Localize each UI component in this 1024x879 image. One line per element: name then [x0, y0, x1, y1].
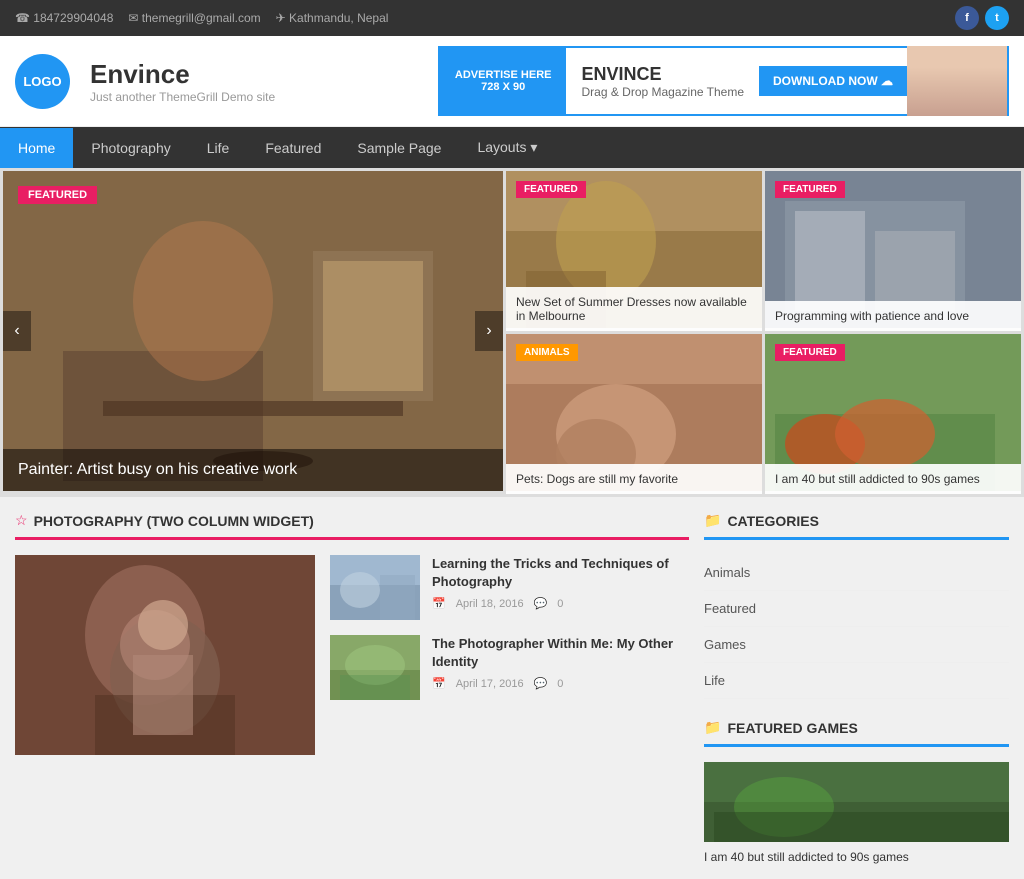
- hero-card-2-badge: FEATURED: [775, 181, 845, 198]
- hero-card-3-caption: Pets: Dogs are still my favorite: [506, 464, 762, 494]
- hero-main-badge: FEATURED: [18, 186, 97, 204]
- top-bar: ☎ 184729904048 ✉ themegrill@gmail.com ✈ …: [0, 0, 1024, 36]
- hero-card-3-badge: ANIMALS: [516, 344, 578, 361]
- site-title-area: Envince Just another ThemeGrill Demo sit…: [90, 59, 418, 104]
- ad-banner: ADVERTISE HERE 728 X 90 ENVINCE Drag & D…: [438, 46, 1009, 116]
- calendar-icon: 📅: [432, 597, 446, 610]
- categories-list: Animals Featured Games Life: [704, 555, 1009, 699]
- folder-icon: 📁: [704, 512, 721, 529]
- hero-card-1-caption: New Set of Summer Dresses now available …: [506, 287, 762, 331]
- hero-card-4[interactable]: FEATURED I am 40 but still addicted to 9…: [765, 334, 1021, 494]
- photo-article-2-date: April 17, 2016: [456, 678, 524, 690]
- comment-icon: 💬: [534, 597, 548, 610]
- photo-article-1-date: April 18, 2016: [456, 598, 524, 610]
- photo-article-2: The Photographer Within Me: My Other Ide…: [330, 635, 689, 700]
- brand-name: ENVINCE: [581, 64, 744, 85]
- photo-thumb-1[interactable]: [330, 555, 420, 620]
- category-life[interactable]: Life: [704, 663, 1009, 699]
- hero-card-3[interactable]: ANIMALS Pets: Dogs are still my favorite: [506, 334, 762, 494]
- location-info: ✈ Kathmandu, Nepal: [276, 11, 389, 25]
- photo-article-2-meta: 📅 April 17, 2016 💬 0: [432, 677, 689, 690]
- categories-title: CATEGORIES: [727, 513, 819, 529]
- brand-tagline: Drag & Drop Magazine Theme: [581, 85, 744, 99]
- site-name: Envince: [90, 59, 418, 90]
- category-featured[interactable]: Featured: [704, 591, 1009, 627]
- nav-layouts[interactable]: Layouts ▾: [459, 127, 555, 168]
- logo[interactable]: LOGO: [15, 54, 70, 109]
- photo-article-1-comments: 0: [557, 598, 563, 610]
- facebook-button[interactable]: f: [955, 6, 979, 30]
- star-icon: ☆: [15, 512, 28, 529]
- photo-article-list: Learning the Tricks and Techniques of Ph…: [330, 555, 689, 758]
- nav-home[interactable]: Home: [0, 128, 73, 168]
- site-tagline: Just another ThemeGrill Demo site: [90, 90, 418, 104]
- hero-section: FEATURED Painter: Artist busy on his cre…: [0, 168, 1024, 497]
- photo-article-1-meta: 📅 April 18, 2016 💬 0: [432, 597, 689, 610]
- photo-main-image[interactable]: [15, 555, 315, 758]
- nav-life[interactable]: Life: [189, 128, 248, 168]
- photo-article-2-text: The Photographer Within Me: My Other Ide…: [432, 635, 689, 690]
- ad-image: [907, 46, 1007, 116]
- content-area: ☆ PHOTOGRAPHY (TWO COLUMN WIDGET): [15, 512, 689, 864]
- photo-thumb-2[interactable]: [330, 635, 420, 700]
- ad-label: ADVERTISE HERE 728 X 90: [440, 48, 567, 114]
- photo-article-1-title[interactable]: Learning the Tricks and Techniques of Ph…: [432, 555, 689, 591]
- nav-sample-page[interactable]: Sample Page: [339, 128, 459, 168]
- category-animals[interactable]: Animals: [704, 555, 1009, 591]
- hero-main-caption: Painter: Artist busy on his creative wor…: [3, 449, 503, 491]
- phone-info: ☎ 184729904048: [15, 11, 113, 25]
- hero-card-1[interactable]: FEATURED New Set of Summer Dresses now a…: [506, 171, 762, 331]
- hero-main-image: [3, 171, 503, 491]
- photography-widget-header: ☆ PHOTOGRAPHY (TWO COLUMN WIDGET): [15, 512, 689, 540]
- comment-icon-2: 💬: [534, 677, 548, 690]
- hero-card-2-caption: Programming with patience and love: [765, 301, 1021, 331]
- category-games[interactable]: Games: [704, 627, 1009, 663]
- hero-prev-button[interactable]: ‹: [3, 311, 31, 351]
- top-bar-info: ☎ 184729904048 ✉ themegrill@gmail.com ✈ …: [15, 11, 388, 25]
- featured-games-title: Featured Games: [727, 720, 857, 736]
- calendar-icon-2: 📅: [432, 677, 446, 690]
- featured-games-article-title[interactable]: I am 40 but still addicted to 90s games: [704, 850, 1009, 864]
- photo-article-1: Learning the Tricks and Techniques of Ph…: [330, 555, 689, 620]
- hero-card-2[interactable]: FEATURED Programming with patience and l…: [765, 171, 1021, 331]
- hero-card-1-badge: FEATURED: [516, 181, 586, 198]
- sidebar: 📁 CATEGORIES Animals Featured Games Life…: [704, 512, 1009, 864]
- games-folder-icon: 📁: [704, 719, 721, 736]
- categories-widget-header: 📁 CATEGORIES: [704, 512, 1009, 540]
- photo-article-1-text: Learning the Tricks and Techniques of Ph…: [432, 555, 689, 610]
- photo-article-2-title[interactable]: The Photographer Within Me: My Other Ide…: [432, 635, 689, 671]
- ad-person-image: [907, 46, 1007, 116]
- site-header: LOGO Envince Just another ThemeGrill Dem…: [0, 36, 1024, 127]
- hero-card-4-caption: I am 40 but still addicted to 90s games: [765, 464, 1021, 494]
- nav-featured[interactable]: Featured: [247, 128, 339, 168]
- hero-next-button[interactable]: ›: [475, 311, 503, 351]
- photo-article-2-comments: 0: [557, 678, 563, 690]
- photography-widget-title: PHOTOGRAPHY (TWO COLUMN WIDGET): [34, 513, 314, 529]
- twitter-button[interactable]: t: [985, 6, 1009, 30]
- download-button[interactable]: DOWNLOAD NOW ☁: [759, 66, 907, 96]
- ad-middle: ENVINCE Drag & Drop Magazine Theme: [566, 54, 759, 109]
- hero-grid: FEATURED New Set of Summer Dresses now a…: [506, 171, 1021, 494]
- nav-photography[interactable]: Photography: [73, 128, 188, 168]
- featured-games-image[interactable]: [704, 762, 1009, 842]
- featured-games-header: 📁 Featured Games: [704, 719, 1009, 747]
- main-content: ☆ PHOTOGRAPHY (TWO COLUMN WIDGET): [0, 497, 1024, 879]
- hero-main-article[interactable]: FEATURED Painter: Artist busy on his cre…: [3, 171, 503, 491]
- main-nav: Home Photography Life Featured Sample Pa…: [0, 127, 1024, 168]
- social-links: f t: [955, 6, 1009, 30]
- photo-widget: Learning the Tricks and Techniques of Ph…: [15, 555, 689, 758]
- email-info: ✉ themegrill@gmail.com: [128, 11, 260, 25]
- hero-card-4-badge: FEATURED: [775, 344, 845, 361]
